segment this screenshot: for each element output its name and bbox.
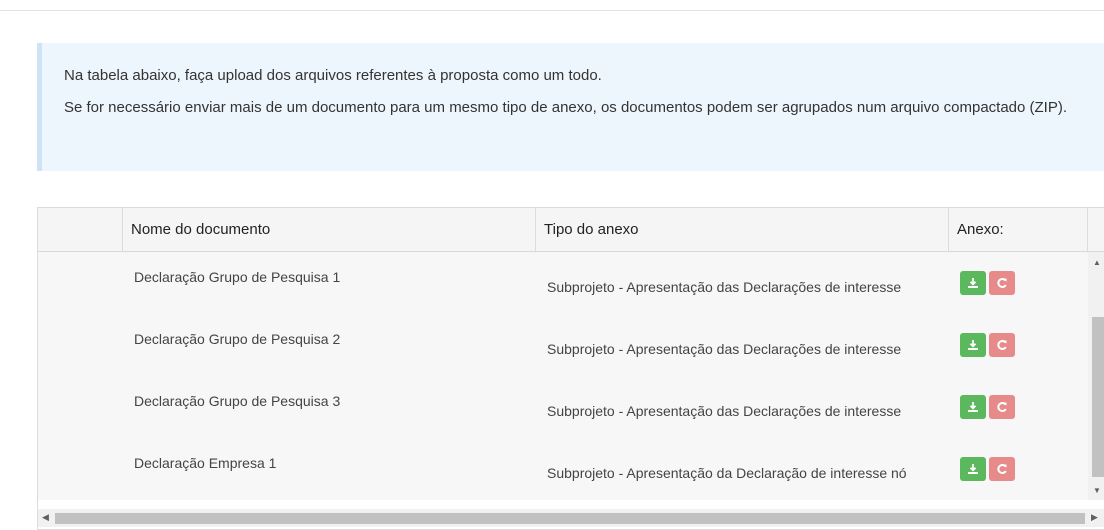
download-button[interactable] <box>960 457 986 481</box>
attachments-table: Nome do documento Tipo do anexo Anexo: D… <box>37 207 1104 530</box>
document-name: Declaração Grupo de Pesquisa 1 <box>134 269 341 285</box>
replace-button[interactable] <box>989 333 1015 357</box>
download-icon <box>968 340 978 350</box>
header-attachment[interactable]: Anexo: <box>949 208 1088 251</box>
info-line-1: Na tabela abaixo, faça upload dos arquiv… <box>64 67 602 84</box>
table-row: Declaração Grupo de Pesquisa 1 Subprojet… <box>38 252 1088 314</box>
replace-button[interactable] <box>989 271 1015 295</box>
replace-button[interactable] <box>989 457 1015 481</box>
vertical-scroll-thumb[interactable] <box>1092 317 1104 477</box>
download-button[interactable] <box>960 395 986 419</box>
replace-icon <box>997 402 1007 412</box>
replace-icon <box>997 464 1007 474</box>
horizontal-scrollbar[interactable]: ◀ ▶ <box>38 509 1104 527</box>
vertical-scrollbar[interactable]: ▲ ▼ <box>1088 252 1104 500</box>
table-header: Nome do documento Tipo do anexo Anexo: <box>38 208 1104 252</box>
table-row: Declaração Empresa 1 Subprojeto - Aprese… <box>38 438 1088 500</box>
download-button[interactable] <box>960 271 986 295</box>
replace-icon <box>997 340 1007 350</box>
download-icon <box>968 278 978 288</box>
download-icon <box>968 464 978 474</box>
table-body: Declaração Grupo de Pesquisa 1 Subprojet… <box>38 252 1088 500</box>
scroll-right-arrow-icon[interactable]: ▶ <box>1091 512 1098 523</box>
download-button[interactable] <box>960 333 986 357</box>
attachment-type: Subprojeto - Apresentação das Declaraçõe… <box>547 403 902 419</box>
attachment-type: Subprojeto - Apresentação da Declaração … <box>547 465 907 481</box>
info-alert: Na tabela abaixo, faça upload dos arquiv… <box>37 43 1104 171</box>
horizontal-scroll-thumb[interactable] <box>55 513 1085 524</box>
header-attachment-type[interactable]: Tipo do anexo <box>536 208 949 251</box>
header-document-name[interactable]: Nome do documento <box>123 208 536 251</box>
document-name: Declaração Empresa 1 <box>134 455 277 471</box>
attachment-type: Subprojeto - Apresentação das Declaraçõe… <box>547 279 902 295</box>
scroll-left-arrow-icon[interactable]: ◀ <box>42 512 49 523</box>
document-name: Declaração Grupo de Pesquisa 2 <box>134 331 341 347</box>
header-empty <box>38 208 123 251</box>
frame-divider <box>0 10 1104 11</box>
table-row: Declaração Grupo de Pesquisa 3 Subprojet… <box>38 376 1088 438</box>
download-icon <box>968 402 978 412</box>
replace-icon <box>997 278 1007 288</box>
info-line-2: Se for necessário enviar mais de um docu… <box>64 99 1068 116</box>
scroll-down-arrow-icon[interactable]: ▼ <box>1093 486 1101 495</box>
table-row: Declaração Grupo de Pesquisa 2 Subprojet… <box>38 314 1088 376</box>
scroll-up-arrow-icon[interactable]: ▲ <box>1093 258 1101 267</box>
document-name: Declaração Grupo de Pesquisa 3 <box>134 393 341 409</box>
replace-button[interactable] <box>989 395 1015 419</box>
attachment-type: Subprojeto - Apresentação das Declaraçõe… <box>547 341 902 357</box>
